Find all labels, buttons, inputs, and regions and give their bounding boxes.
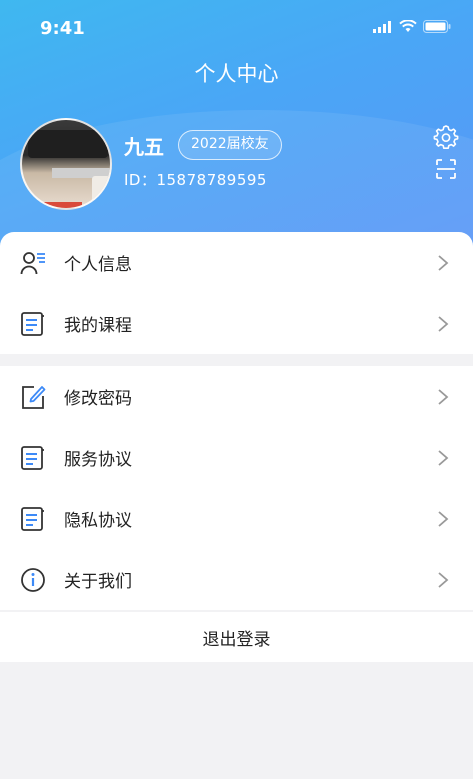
wifi-icon <box>399 20 417 32</box>
menu-group-primary: 个人信息 我的课程 <box>0 232 473 354</box>
user-name: 九五 <box>124 135 164 159</box>
chevron-right-icon <box>438 254 449 271</box>
profile-header: 9:41 个人中心 九五 2022届校友 ID：15878789595 <box>0 0 473 250</box>
menu-item-label: 个人信息 <box>64 255 132 275</box>
signal-icon <box>373 20 391 33</box>
document-icon <box>21 311 44 336</box>
user-id: ID：15878789595 <box>124 171 267 189</box>
status-time: 9:41 <box>40 18 85 39</box>
scan-icon[interactable] <box>435 158 457 180</box>
logout-button[interactable]: 退出登录 <box>0 612 473 662</box>
battery-icon <box>423 20 451 33</box>
menu-item-change-password[interactable]: 修改密码 <box>0 366 473 427</box>
section-divider <box>0 354 473 366</box>
edit-icon <box>22 385 46 409</box>
menu-item-label: 服务协议 <box>64 450 132 470</box>
chevron-right-icon <box>438 315 449 332</box>
settings-gear-icon[interactable] <box>433 124 459 150</box>
menu-item-label: 隐私协议 <box>64 511 132 531</box>
chevron-right-icon <box>438 571 449 588</box>
menu-item-privacy-agreement[interactable]: 隐私协议 <box>0 488 473 549</box>
info-icon <box>21 567 45 592</box>
avatar[interactable] <box>20 118 112 210</box>
chevron-right-icon <box>438 388 449 405</box>
menu-item-label: 关于我们 <box>64 572 132 592</box>
page-title: 个人中心 <box>194 62 279 86</box>
menu-item-my-courses[interactable]: 我的课程 <box>0 293 473 354</box>
document-icon <box>21 445 44 470</box>
menu-item-personal-info[interactable]: 个人信息 <box>0 232 473 293</box>
menu-item-about-us[interactable]: 关于我们 <box>0 549 473 610</box>
menu-group-secondary: 修改密码 服务协议 隐私协议 关于我们 <box>0 366 473 610</box>
status-icons <box>373 20 451 33</box>
menu-item-label: 修改密码 <box>64 389 132 409</box>
alumni-badge: 2022届校友 <box>178 130 282 160</box>
menu-item-label: 我的课程 <box>64 316 132 336</box>
chevron-right-icon <box>438 510 449 527</box>
person-list-icon <box>20 251 45 274</box>
status-bar: 9:41 <box>0 0 473 52</box>
menu-item-service-agreement[interactable]: 服务协议 <box>0 427 473 488</box>
chevron-right-icon <box>438 449 449 466</box>
document-icon <box>21 506 44 531</box>
